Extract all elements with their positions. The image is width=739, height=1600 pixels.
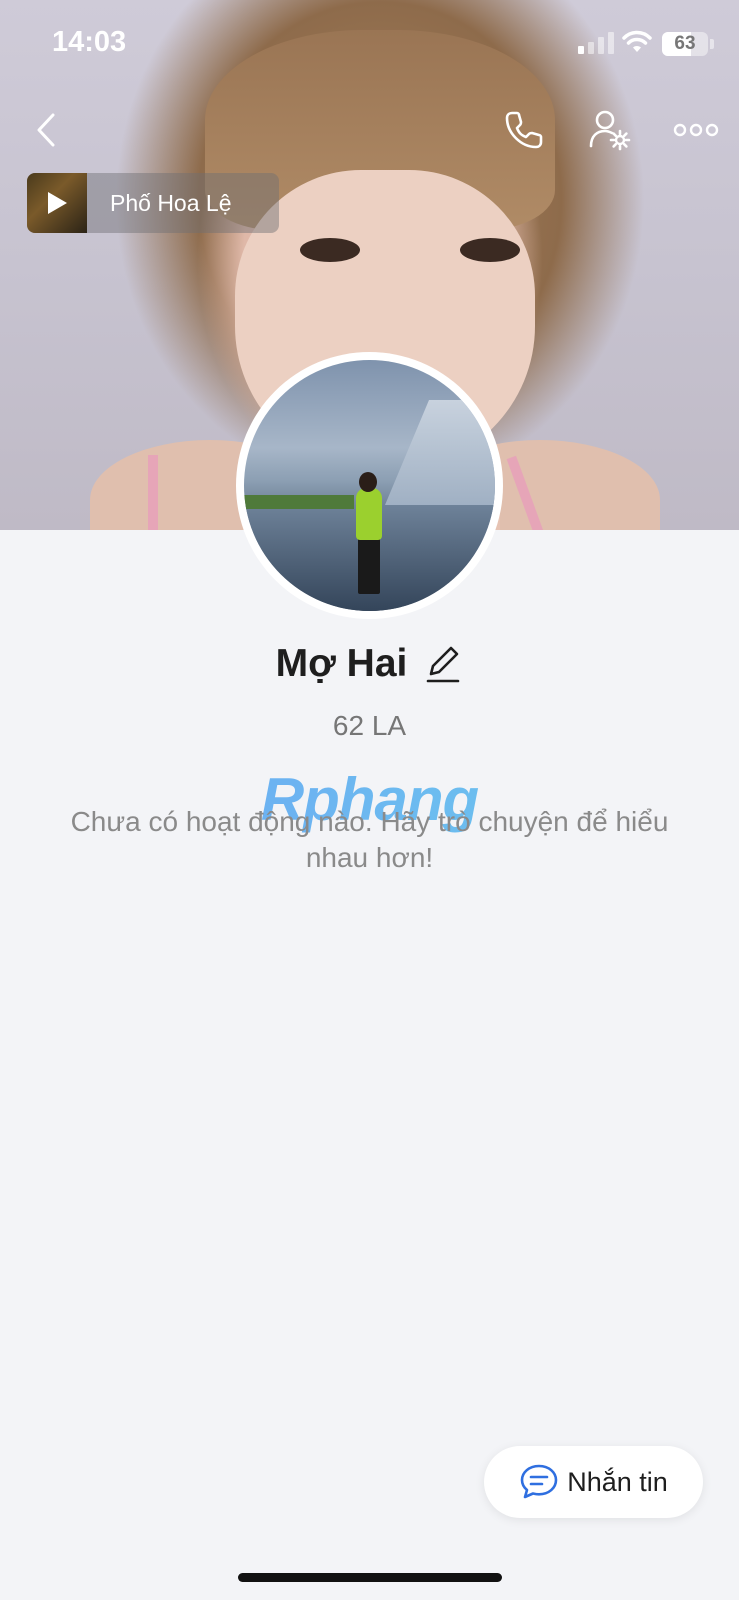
profile-subtitle: 62 LA <box>332 710 407 741</box>
status-time: 14:03 <box>52 26 127 58</box>
empty-feed-message: Chưa có hoạt động nào. Hãy trò chuyện để… <box>70 806 669 873</box>
call-button[interactable] <box>496 102 552 158</box>
battery-indicator: 63 <box>662 32 708 56</box>
avatar-photo-shape <box>244 495 354 509</box>
phone-icon <box>505 111 543 149</box>
chevron-left-icon <box>37 113 55 147</box>
battery-tip <box>710 39 714 49</box>
more-dots-icon <box>673 123 719 137</box>
avatar-photo-shape <box>358 538 380 594</box>
cover-photo-shape <box>300 238 360 262</box>
edit-name-button[interactable] <box>423 642 463 686</box>
user-settings-icon <box>589 110 631 151</box>
send-message-label: Nhắn tin <box>567 1466 668 1497</box>
pencil-icon <box>427 646 460 683</box>
play-icon <box>48 192 67 214</box>
status-bar: 14:03 63 <box>0 0 739 90</box>
cover-photo-shape <box>460 238 520 262</box>
avatar-photo <box>244 360 495 611</box>
profile-name: Mợ Hai <box>275 642 408 685</box>
music-title: Phố Hoa Lệ <box>110 189 232 216</box>
profile-music-player[interactable]: Phố Hoa Lệ <box>27 173 279 233</box>
profile-settings-button[interactable] <box>582 102 638 158</box>
wifi-icon <box>622 30 652 52</box>
chat-bubble-icon <box>520 1464 558 1499</box>
profile-name-row: Mợ Hai <box>0 636 739 692</box>
avatar-photo-shape <box>356 488 382 540</box>
cover-photo-shape <box>148 455 158 530</box>
more-options-button[interactable] <box>668 102 724 158</box>
battery-percent: 63 <box>674 33 696 54</box>
avatar-photo-shape <box>359 472 377 492</box>
send-message-button[interactable]: Nhắn tin <box>484 1446 703 1518</box>
avatar[interactable] <box>236 352 503 619</box>
back-button[interactable] <box>18 102 74 158</box>
music-album-art[interactable] <box>27 173 87 233</box>
home-indicator[interactable] <box>238 1573 502 1582</box>
cellular-signal-icon <box>578 32 614 54</box>
